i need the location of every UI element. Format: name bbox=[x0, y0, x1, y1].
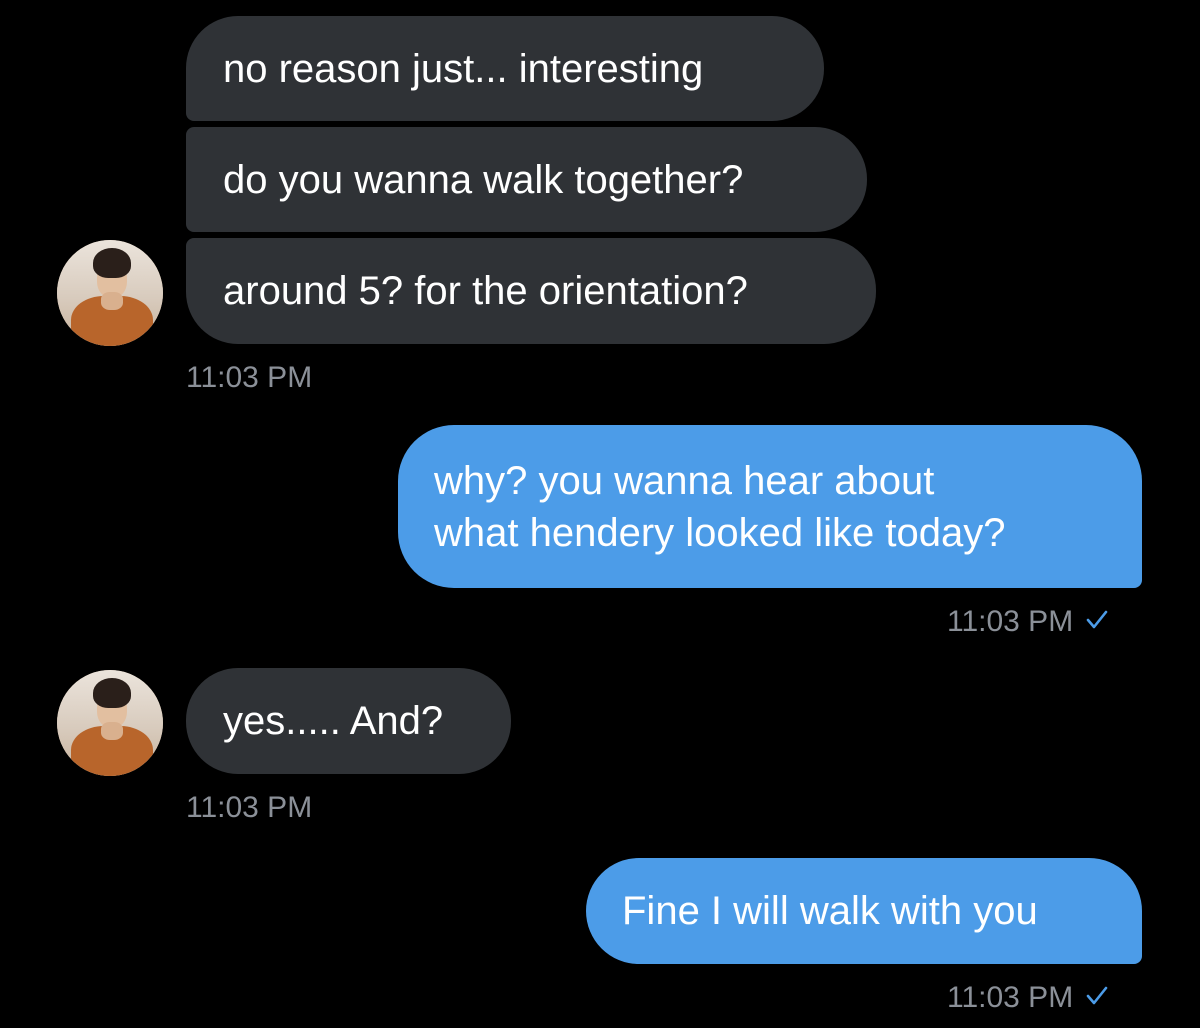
incoming-message-bubble[interactable]: no reason just... interesting bbox=[186, 16, 824, 121]
message-text: no reason just... interesting bbox=[223, 46, 704, 91]
message-timestamp: 11:03 PM bbox=[186, 791, 313, 824]
outgoing-message-bubble[interactable]: Fine I will walk with you bbox=[586, 858, 1142, 964]
checkmark-icon bbox=[1085, 605, 1109, 641]
incoming-message-bubble[interactable]: do you wanna walk together? bbox=[186, 127, 867, 232]
message-text: around 5? for the orientation? bbox=[223, 269, 748, 313]
contact-avatar[interactable] bbox=[57, 670, 163, 776]
outgoing-message-bubble[interactable]: why? you wanna hear about what hendery l… bbox=[398, 425, 1142, 588]
message-text: Fine I will walk with you bbox=[622, 889, 1038, 933]
contact-avatar[interactable] bbox=[57, 240, 163, 346]
message-timestamp: 11:03 PM bbox=[947, 605, 1074, 638]
message-text: do you wanna walk together? bbox=[223, 157, 744, 202]
checkmark-icon bbox=[1085, 981, 1109, 1017]
message-text-line: why? you wanna hear about bbox=[434, 458, 935, 503]
message-timestamp: 11:03 PM bbox=[947, 981, 1074, 1014]
incoming-message-bubble[interactable]: yes..... And? bbox=[186, 668, 511, 774]
message-timestamp-row: 11:03 PM bbox=[947, 604, 1109, 641]
message-text-line: what hendery looked like today? bbox=[434, 510, 1006, 555]
message-text: yes..... And? bbox=[223, 699, 444, 743]
message-timestamp: 11:03 PM bbox=[186, 361, 313, 394]
incoming-message-bubble[interactable]: around 5? for the orientation? bbox=[186, 238, 876, 344]
message-timestamp-row: 11:03 PM bbox=[947, 980, 1109, 1017]
